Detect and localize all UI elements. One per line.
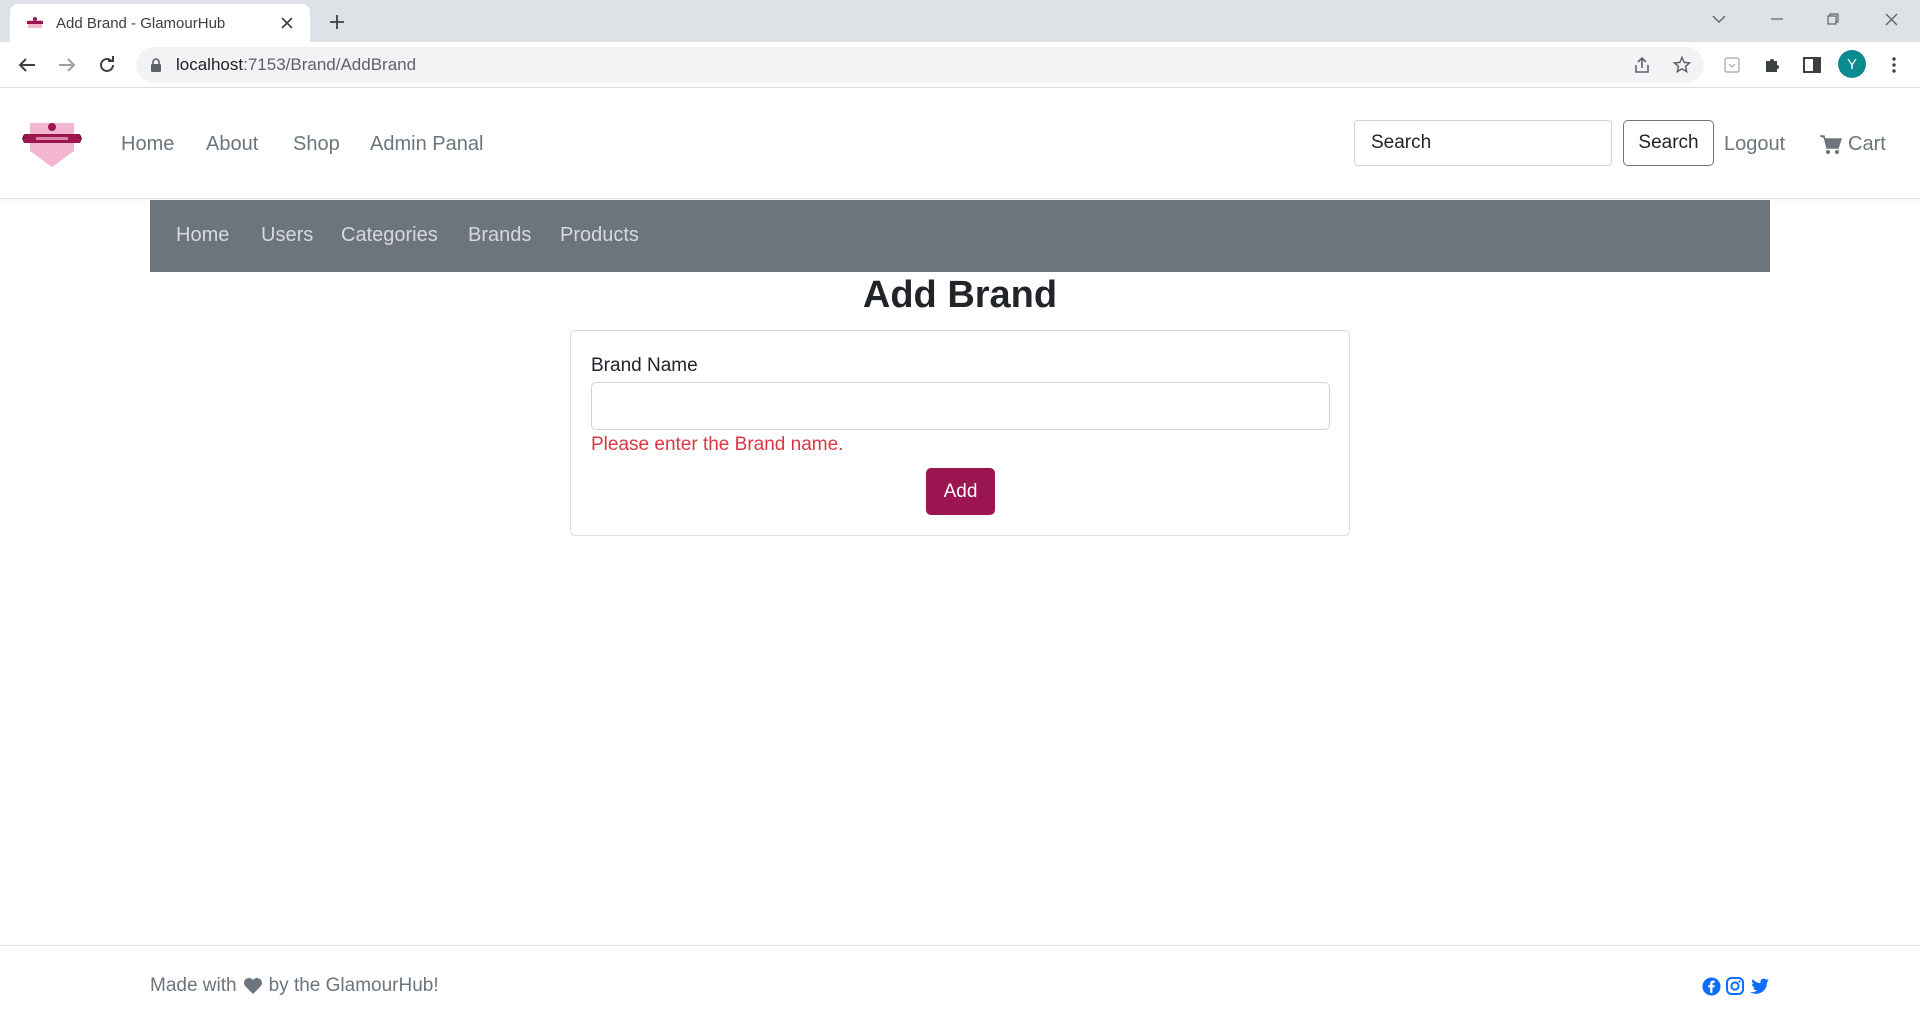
facebook-icon[interactable] (1701, 976, 1721, 996)
tab-title: Add Brand - GlamourHub (56, 14, 226, 32)
site-favicon-icon (27, 17, 43, 28)
browser-tabstrip: Add Brand - GlamourHub (0, 0, 1920, 42)
url-path: :7153/Brand/AddBrand (243, 55, 417, 74)
profile-avatar[interactable]: Y (1838, 50, 1866, 78)
nav-about[interactable]: About (206, 133, 258, 156)
cart-label: Cart (1848, 133, 1886, 155)
brand-name-error: Please enter the Brand name. (591, 434, 844, 455)
nav-shop[interactable]: Shop (293, 133, 340, 156)
browser-tab[interactable]: Add Brand - GlamourHub (10, 4, 310, 42)
back-icon[interactable] (13, 51, 41, 79)
add-brand-form: Brand Name Please enter the Brand name. … (570, 330, 1350, 536)
admin-nav-users[interactable]: Users (261, 224, 313, 247)
page-title: Add Brand (862, 274, 1058, 316)
close-window-icon[interactable] (1876, 6, 1906, 32)
footer-by: by the GlamourHub! (268, 975, 439, 996)
admin-nav-categories[interactable]: Categories (341, 224, 438, 247)
footer-made-with: Made with (150, 975, 237, 996)
logout-link[interactable]: Logout (1724, 133, 1785, 156)
reload-icon[interactable] (93, 51, 121, 79)
minimize-icon[interactable] (1762, 6, 1792, 32)
cart-link[interactable]: Cart (1820, 133, 1886, 156)
admin-nav-products[interactable]: Products (560, 224, 639, 247)
site-footer: Made with by the GlamourHub! (0, 945, 1920, 1020)
lock-icon (150, 57, 162, 73)
forward-icon[interactable] (53, 51, 81, 79)
search-input[interactable] (1354, 120, 1612, 166)
admin-subnav: Home Users Categories Brands Products (150, 200, 1770, 272)
nav-admin-panel[interactable]: Admin Panal (370, 133, 483, 156)
nav-home[interactable]: Home (121, 133, 174, 156)
browser-toolbar: localhost:7153/Brand/AddBrand Y (0, 42, 1920, 88)
extension-icon[interactable] (1718, 51, 1746, 79)
bookmark-star-icon[interactable] (1668, 51, 1696, 79)
cart-icon (1820, 134, 1842, 154)
search-button[interactable]: Search (1623, 120, 1714, 166)
address-bar[interactable]: localhost:7153/Brand/AddBrand (136, 47, 1704, 83)
add-button[interactable]: Add (926, 468, 995, 515)
heart-icon (243, 977, 263, 995)
new-tab-icon[interactable] (324, 9, 350, 35)
url-host: localhost (176, 55, 244, 74)
url-text: localhost:7153/Brand/AddBrand (176, 55, 416, 75)
share-icon[interactable] (1628, 51, 1656, 79)
brand-name-input[interactable] (591, 382, 1330, 430)
extensions-puzzle-icon[interactable] (1758, 51, 1786, 79)
restore-icon[interactable] (1818, 6, 1848, 32)
tab-search-chevron-icon[interactable] (1704, 6, 1734, 32)
glamourhub-logo[interactable] (22, 117, 82, 169)
twitter-icon[interactable] (1749, 976, 1769, 996)
tab-close-icon[interactable] (276, 12, 298, 34)
admin-nav-brands[interactable]: Brands (468, 224, 531, 247)
footer-credit: Made with by the GlamourHub! (150, 975, 439, 997)
browser-menu-icon[interactable] (1880, 51, 1908, 79)
side-panel-icon[interactable] (1798, 51, 1826, 79)
brand-name-label: Brand Name (591, 355, 698, 376)
admin-nav-home[interactable]: Home (176, 224, 229, 247)
instagram-icon[interactable] (1725, 976, 1745, 996)
site-navbar: Home About Shop Admin Panal Search Logou… (0, 89, 1920, 199)
